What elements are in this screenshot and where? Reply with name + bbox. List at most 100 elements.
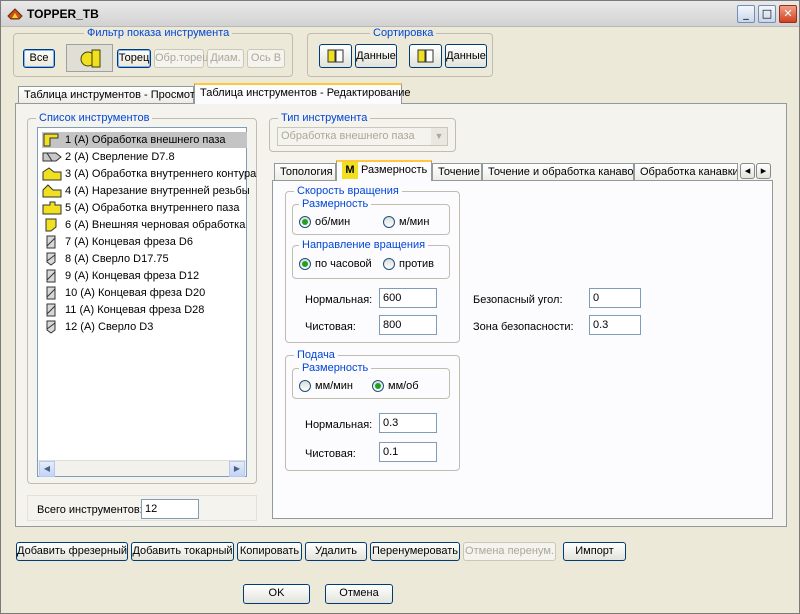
- total-tools-field: 12: [141, 499, 199, 519]
- tabs-scroll-left-icon[interactable]: ◂: [740, 163, 755, 179]
- filter-back-face-button: Обр.торец: [154, 49, 209, 68]
- tab-topology[interactable]: Топология: [274, 163, 336, 181]
- feed-finish-label: Чистовая:: [305, 448, 356, 460]
- feed-mm-min-radio[interactable]: [299, 380, 311, 392]
- sort-data-button-2[interactable]: Данные: [445, 44, 487, 68]
- direction-cw-label: по часовой: [315, 258, 372, 270]
- minimize-button[interactable]: _: [737, 5, 755, 23]
- dimension-tab-icon: M: [342, 162, 358, 179]
- safety-zone-label: Зона безопасности:: [473, 321, 574, 333]
- speed-normal-label: Нормальная:: [305, 294, 373, 306]
- tool-list[interactable]: 1 (A) Обработка внешнего паза 2 (A) Свер…: [37, 127, 256, 477]
- tab-turning[interactable]: Точение: [432, 163, 482, 181]
- tool-list-item[interactable]: 7 (A) Концевая фреза D6: [42, 234, 247, 250]
- internal-thread-icon: [42, 184, 62, 198]
- tab-turning-grooving[interactable]: Точение и обработка канавок: [482, 163, 638, 181]
- import-button[interactable]: Импорт: [563, 542, 626, 561]
- title-bar[interactable]: TOPPER_TB _ □ ✕: [1, 1, 799, 27]
- scroll-left-icon[interactable]: ◀: [39, 461, 55, 477]
- cancel-button[interactable]: Отмена: [325, 584, 393, 604]
- sort-group-label: Сортировка: [370, 27, 437, 39]
- filter-all-button[interactable]: Все: [23, 49, 55, 68]
- maximize-button[interactable]: □: [758, 5, 776, 23]
- filter-diameter-button: Диам.: [207, 49, 244, 68]
- tool-list-item[interactable]: 6 (A) Внешняя черновая обработка: [42, 217, 247, 233]
- feed-finish-field[interactable]: 0.1: [379, 442, 437, 462]
- tool-list-item[interactable]: 1 (A) Обработка внешнего паза: [42, 132, 247, 148]
- tool-list-item[interactable]: 9 (A) Концевая фреза D12: [42, 268, 247, 284]
- sort-data-button-1[interactable]: Данные: [355, 44, 397, 68]
- safety-zone-field[interactable]: 0.3: [589, 315, 641, 335]
- filter-axis-b-button: Ось B: [247, 49, 285, 68]
- speed-mpm-label: м/мин: [399, 216, 430, 228]
- scroll-right-icon[interactable]: ▶: [229, 461, 245, 477]
- tool-list-hscrollbar[interactable]: ◀ ▶: [38, 460, 246, 477]
- end-mill-icon: [46, 303, 56, 317]
- sort-icon-button-1[interactable]: [319, 44, 352, 68]
- tabs-scroll-right-icon[interactable]: ▸: [756, 163, 771, 179]
- safety-angle-field[interactable]: 0: [589, 288, 641, 308]
- undo-renumber-button: Отмена перенум.: [463, 542, 556, 561]
- add-turn-button[interactable]: Добавить токарный: [131, 542, 234, 561]
- direction-ccw-radio[interactable]: [383, 258, 395, 270]
- speed-mpm-radio[interactable]: [383, 216, 395, 228]
- sort-tool-icon: [327, 49, 343, 63]
- delete-button[interactable]: Удалить: [305, 542, 367, 561]
- tab-grooving[interactable]: Обработка канавки: [634, 163, 738, 181]
- safety-angle-label: Безопасный угол:: [473, 294, 563, 306]
- tool-list-item[interactable]: 2 (A) Сверление D7.8: [42, 149, 247, 165]
- app-icon: [7, 8, 23, 20]
- tool-list-item[interactable]: 10 (A) Концевая фреза D20: [42, 285, 247, 301]
- main-window: TOPPER_TB _ □ ✕ Фильтр показа инструмент…: [0, 0, 800, 614]
- tab-dimension[interactable]: M Размерность: [336, 160, 432, 181]
- internal-contour-icon: [42, 167, 62, 181]
- tab-table-edit[interactable]: Таблица инструментов - Редактирование: [194, 83, 411, 104]
- speed-dim-label: Размерность: [299, 198, 372, 210]
- groove-inner-icon: [42, 201, 62, 215]
- sort-icon-button-2[interactable]: [409, 44, 442, 68]
- drill-bit-icon: [46, 252, 56, 266]
- tool-list-item[interactable]: 8 (A) Сверло D17.75: [42, 251, 247, 267]
- tool-list-item[interactable]: 12 (A) Сверло D3: [42, 319, 247, 335]
- speed-finish-field[interactable]: 800: [379, 315, 437, 335]
- filter-tool-image: [66, 44, 113, 72]
- feed-mm-min-label: мм/мин: [315, 380, 353, 392]
- drill-bit-icon: [46, 320, 56, 334]
- speed-group-label: Скорость вращения: [294, 185, 402, 197]
- close-button[interactable]: ✕: [779, 5, 797, 23]
- renumber-button[interactable]: Перенумеровать: [370, 542, 460, 561]
- feed-group-label: Подача: [294, 349, 338, 361]
- tool-list-item[interactable]: 4 (A) Нарезание внутренней резьбы: [42, 183, 250, 199]
- speed-normal-field[interactable]: 600: [379, 288, 437, 308]
- feed-mm-rev-radio[interactable]: [372, 380, 384, 392]
- rough-outer-icon: [45, 218, 57, 232]
- chevron-down-icon: ▼: [431, 128, 447, 145]
- speed-rpm-radio[interactable]: [299, 216, 311, 228]
- tool-list-item[interactable]: 11 (A) Концевая фреза D28: [42, 302, 247, 318]
- tool-type-value: Обработка внешнего паза: [281, 130, 415, 142]
- feed-normal-label: Нормальная:: [305, 419, 373, 431]
- direction-label: Направление вращения: [299, 239, 429, 251]
- tool-type-select: Обработка внешнего паза ▼: [277, 127, 448, 146]
- tool-list-item[interactable]: 3 (A) Обработка внутреннего контура: [42, 166, 256, 182]
- tool-list-label: Список инструментов: [36, 112, 153, 124]
- tool-type-label: Тип инструмента: [278, 112, 371, 124]
- direction-cw-radio[interactable]: [299, 258, 311, 270]
- ok-button[interactable]: OK: [243, 584, 310, 604]
- filter-face-button[interactable]: Торец: [117, 49, 151, 68]
- total-tools-label: Всего инструментов:: [37, 504, 143, 516]
- end-mill-icon: [46, 269, 56, 283]
- drill-icon: [42, 152, 62, 162]
- copy-button[interactable]: Копировать: [237, 542, 302, 561]
- feed-normal-field[interactable]: 0.3: [379, 413, 437, 433]
- sort-tool-icon: [417, 49, 433, 63]
- window-title: TOPPER_TB: [27, 7, 99, 21]
- add-mill-button[interactable]: Добавить фрезерный: [16, 542, 128, 561]
- speed-finish-label: Чистовая:: [305, 321, 356, 333]
- direction-ccw-label: против: [399, 258, 434, 270]
- end-mill-icon: [46, 235, 56, 249]
- filter-group-label: Фильтр показа инструмента: [84, 27, 233, 39]
- tool-list-item[interactable]: 5 (A) Обработка внутреннего паза: [42, 200, 247, 216]
- tab-table-view[interactable]: Таблица инструментов - Просмотр: [18, 86, 201, 104]
- speed-rpm-label: об/мин: [315, 216, 351, 228]
